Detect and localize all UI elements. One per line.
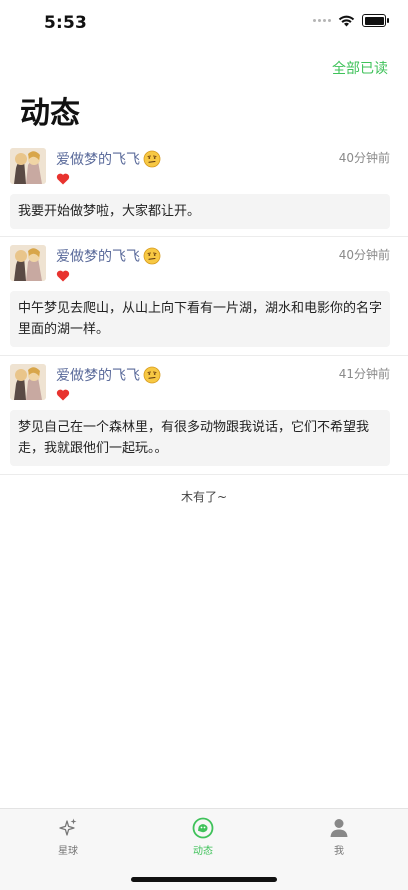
avatar[interactable] [10, 245, 46, 281]
mark-all-read-button[interactable]: 全部已读 [332, 58, 388, 78]
avatar[interactable] [10, 364, 46, 400]
avatar[interactable] [10, 148, 46, 184]
home-indicator[interactable] [131, 877, 277, 882]
tab-label: 我 [334, 846, 344, 857]
tab-moments[interactable]: 动态 [168, 817, 238, 857]
post-content: 梦见自己在一个森林里，有很多动物跟我说话，它们不希望我走，我就跟他们一起玩。。 [10, 410, 390, 466]
cellular-signal-icon [313, 19, 331, 22]
heart-icon[interactable] [56, 388, 70, 402]
username[interactable]: 爱做梦的飞飞 [56, 365, 161, 385]
status-bar: 5:53 [0, 0, 408, 46]
tab-planet[interactable]: 星球 [33, 817, 103, 857]
post-content: 中午梦见去爬山，从山上向下看有一片湖，湖水和电影你的名字里面的湖一样。 [10, 291, 390, 347]
feed-item-header: 爱做梦的飞飞 40分钟前 [10, 148, 390, 188]
feed-item-header: 爱做梦的飞飞 41分钟前 [10, 364, 390, 404]
battery-icon [362, 14, 389, 27]
feed-item[interactable]: 爱做梦的飞飞 41分钟前 梦见自己在一个森林里，有很多动物跟我说话，它们不希望我… [0, 356, 408, 475]
wifi-icon [338, 15, 355, 26]
username-text: 爱做梦的飞飞 [56, 368, 140, 384]
feed-list: 爱做梦的飞飞 40分钟前 我要开始做梦啦，大家都让开。 爱做梦的飞飞 40分钟前… [0, 140, 408, 475]
username-text: 爱做梦的飞飞 [56, 249, 140, 265]
feed-item-header: 爱做梦的飞飞 40分钟前 [10, 245, 390, 285]
heart-icon[interactable] [56, 269, 70, 283]
tab-label: 动态 [193, 846, 213, 857]
page-title: 动态 [20, 96, 80, 131]
tab-me[interactable]: 我 [304, 817, 374, 857]
timestamp: 40分钟前 [338, 248, 390, 262]
heart-icon[interactable] [56, 172, 70, 186]
chat-bubble-icon [192, 817, 214, 839]
person-icon [330, 819, 348, 837]
post-content: 我要开始做梦啦，大家都让开。 [10, 194, 390, 229]
status-icons [313, 14, 389, 27]
tab-bar: 星球 动态 我 [0, 808, 408, 890]
smirk-emoji-icon [143, 150, 161, 168]
username-text: 爱做梦的飞飞 [56, 152, 140, 168]
username[interactable]: 爱做梦的飞飞 [56, 149, 161, 169]
smirk-emoji-icon [143, 247, 161, 265]
tab-label: 星球 [58, 846, 78, 857]
status-time: 5:53 [44, 13, 88, 33]
feed-item[interactable]: 爱做梦的飞飞 40分钟前 [0, 140, 408, 237]
feed-item[interactable]: 爱做梦的飞飞 40分钟前 [0, 237, 408, 356]
timestamp: 40分钟前 [338, 151, 390, 165]
screen: 5:53 全部已读 动态 爱做梦的飞飞 40分钟前 我要开始做梦啦，大家都让开。… [0, 0, 408, 890]
end-of-list-text: 木有了~ [180, 490, 228, 504]
username[interactable]: 爱做梦的飞飞 [56, 246, 161, 266]
sparkle-icon [59, 818, 77, 836]
smirk-emoji-icon [143, 366, 161, 384]
timestamp: 41分钟前 [338, 367, 390, 381]
